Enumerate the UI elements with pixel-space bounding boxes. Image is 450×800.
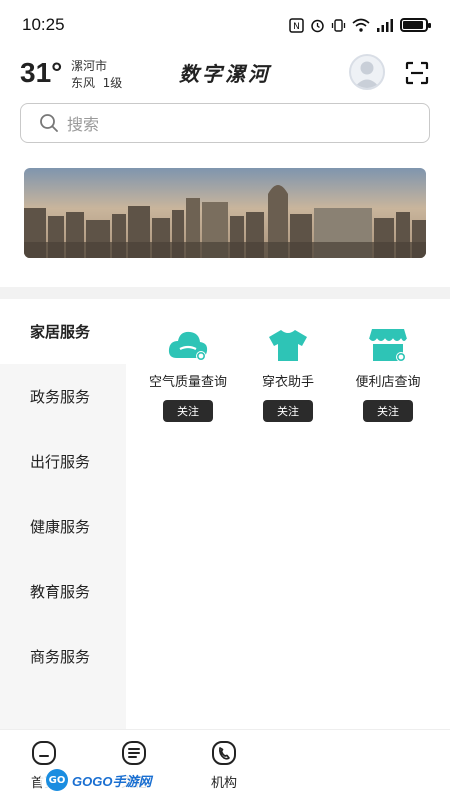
status-icons: N	[289, 17, 431, 33]
home-icon	[32, 741, 56, 765]
sidebar-item-health-services[interactable]: 健康服务	[0, 494, 126, 559]
phone-icon	[212, 741, 236, 765]
svg-text:N: N	[293, 22, 300, 32]
watermark-logo-icon: GO	[46, 769, 68, 791]
follow-button[interactable]: 关注	[163, 400, 213, 422]
scan-icon	[405, 61, 429, 85]
sidebar-item-home-services[interactable]: 家居服务	[0, 299, 126, 364]
service-label: 便利店查询	[355, 375, 421, 390]
status-time: 10:25	[22, 15, 65, 34]
nav-item-institutions[interactable]: 机构	[194, 740, 254, 791]
sidebar-item-education-services[interactable]: 教育服务	[0, 559, 126, 624]
category-sidebar: 家居服务 政务服务 出行服务 健康服务 教育服务 商务服务	[0, 299, 126, 729]
user-icon	[354, 61, 380, 88]
nav-label: 机构	[210, 776, 237, 791]
service-air-quality[interactable]: 空气质量查询 关注	[138, 325, 238, 422]
wifi-icon	[352, 18, 370, 33]
service-clothing-assistant[interactable]: 穿衣助手 关注	[238, 325, 338, 422]
service-label: 穿衣助手	[261, 375, 314, 390]
nfc-icon: N	[289, 17, 304, 33]
watermark-text: GOGO手游网	[72, 773, 152, 789]
service-convenience-store[interactable]: 便利店查询 关注	[338, 325, 438, 422]
city-banner[interactable]	[24, 168, 426, 258]
search-placeholder: 搜索	[67, 115, 100, 134]
search-input[interactable]: 搜索	[20, 103, 430, 143]
follow-button[interactable]: 关注	[263, 400, 313, 422]
avatar[interactable]	[349, 54, 385, 90]
sidebar-item-government-services[interactable]: 政务服务	[0, 364, 126, 429]
follow-button[interactable]: 关注	[363, 400, 413, 422]
sidebar-item-travel-services[interactable]: 出行服务	[0, 429, 126, 494]
signal-icon	[376, 18, 394, 32]
shirt-icon	[266, 325, 310, 365]
battery-level	[403, 21, 423, 29]
vibrate-icon	[331, 18, 346, 33]
service-label: 空气质量查询	[148, 375, 227, 390]
watermark: GO GOGO手游网	[40, 767, 158, 793]
cloud-icon	[166, 325, 210, 365]
list-icon	[122, 741, 146, 765]
service-grid: 空气质量查询 关注 穿衣助手 关注 便利店查询 关注	[138, 325, 438, 422]
battery-icon	[400, 18, 431, 32]
status-bar: 10:25 N	[0, 0, 450, 50]
scan-button[interactable]	[404, 60, 430, 86]
search-icon	[40, 114, 58, 132]
city-skyline-image	[24, 168, 426, 258]
store-icon	[366, 325, 410, 365]
section-divider	[0, 287, 450, 299]
sidebar-item-business-services[interactable]: 商务服务	[0, 624, 126, 689]
alarm-icon	[310, 18, 325, 33]
header: 31° 漯河市 东风 1级 数字漯河	[0, 50, 450, 98]
